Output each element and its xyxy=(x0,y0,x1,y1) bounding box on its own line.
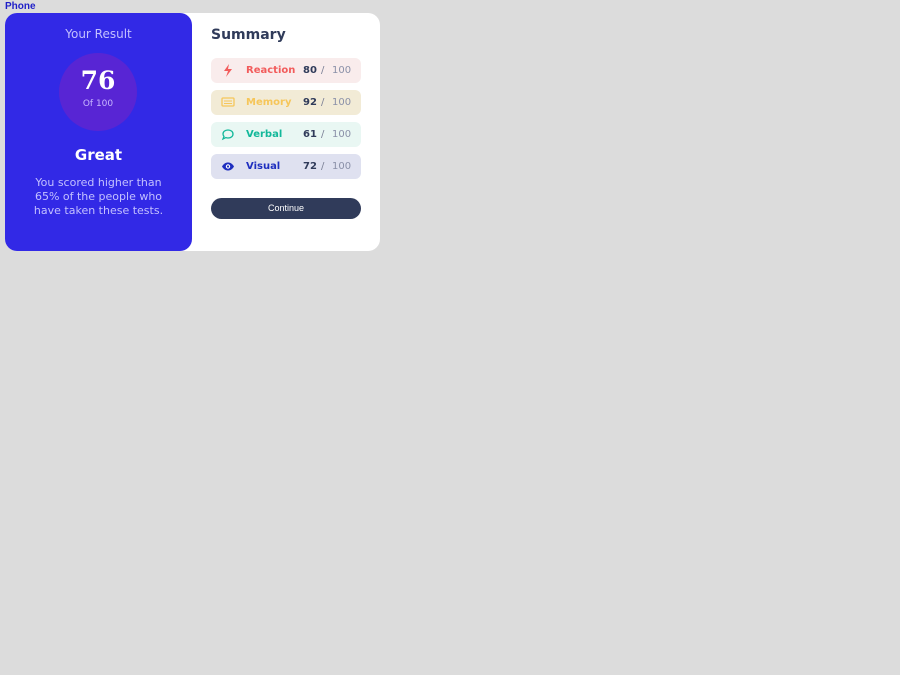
result-title: Your Result xyxy=(65,27,132,41)
summary-item-visual: Visual 72 / 100 xyxy=(211,154,361,179)
summary-item-label: Reaction xyxy=(246,65,296,76)
summary-title: Summary xyxy=(211,27,286,43)
score-value: 76 xyxy=(80,66,116,95)
continue-button[interactable]: Continue xyxy=(211,198,361,219)
summary-item-label: Memory xyxy=(246,97,292,108)
summary-item-label: Visual xyxy=(246,161,281,172)
summary-item-max: 100 xyxy=(332,129,352,140)
result-panel: Your Result 76 Of 100 Great You scored h… xyxy=(5,13,192,251)
chat-bubble-icon xyxy=(221,128,235,141)
summary-item-value: 72 xyxy=(303,161,317,172)
results-card: Your Result 76 Of 100 Great You scored h… xyxy=(5,13,380,251)
result-grade: Great xyxy=(74,146,123,164)
summary-item-reaction: Reaction 80 / 100 xyxy=(211,58,361,83)
summary-item-label: Verbal xyxy=(246,129,283,140)
summary-item-max: 100 xyxy=(332,97,352,108)
score-circle: 76 Of 100 xyxy=(59,53,137,131)
lightning-icon xyxy=(221,64,235,77)
summary-item-value: 92 xyxy=(303,97,317,108)
summary-item-separator: / xyxy=(321,161,325,172)
summary-panel: Summary Reaction 80 / 100 Memory 92 / 10… xyxy=(211,13,361,251)
summary-item-separator: / xyxy=(321,97,325,108)
summary-item-value: 80 xyxy=(303,65,317,76)
summary-item-max: 100 xyxy=(332,65,352,76)
eye-icon xyxy=(221,160,235,173)
summary-item-separator: / xyxy=(321,65,325,76)
summary-item-value: 61 xyxy=(303,129,317,140)
summary-item-memory: Memory 92 / 100 xyxy=(211,90,361,115)
score-out-of: Of 100 xyxy=(82,99,114,109)
page-label: Phone xyxy=(5,1,36,12)
summary-item-separator: / xyxy=(321,129,325,140)
result-description: You scored higher than 65% of the people… xyxy=(33,176,164,217)
memory-icon xyxy=(221,96,235,109)
summary-item-verbal: Verbal 61 / 100 xyxy=(211,122,361,147)
summary-item-max: 100 xyxy=(332,161,352,172)
